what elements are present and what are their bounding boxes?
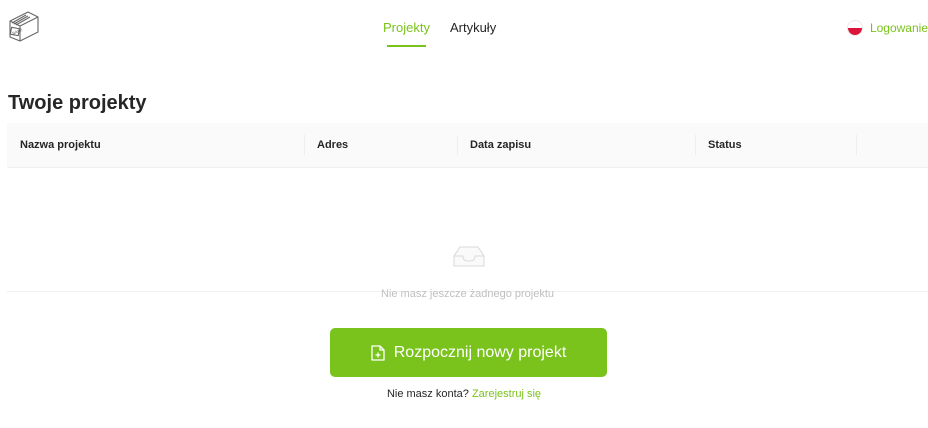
column-header-name: Nazwa projektu (20, 139, 101, 151)
column-header-status: Status (708, 139, 742, 151)
top-header: BAKE Projekty Artykuły Logowanie (0, 0, 928, 64)
login-label[interactable]: Logowanie (870, 21, 928, 35)
column-divider (856, 135, 857, 155)
column-header-address: Adres (317, 139, 349, 151)
register-prompt-text: Nie masz konta? (386, 388, 469, 400)
projects-table: Nazwa projektu Adres Data zapisu Status … (7, 123, 928, 300)
empty-inbox-icon (453, 245, 485, 272)
register-prompt: Nie masz konta? Zarejestruj się (0, 388, 928, 400)
poland-flag-icon[interactable] (846, 20, 863, 36)
start-new-project-button[interactable]: Rozpocznij nowy projekt (330, 328, 607, 377)
bake-logo-icon[interactable]: BAKE (7, 8, 41, 42)
page-title: Twoje projekty (8, 92, 147, 114)
column-divider (457, 135, 458, 155)
table-header: Nazwa projektu Adres Data zapisu Status (7, 123, 928, 168)
column-divider (695, 135, 696, 155)
register-link[interactable]: Zarejestruj się (472, 388, 541, 400)
empty-state: Nie masz jeszcze żadnego projektu (7, 168, 928, 300)
nav-artykuly[interactable]: Artykuły (450, 0, 496, 64)
column-divider (304, 135, 305, 155)
login-link[interactable]: Logowanie (846, 20, 928, 36)
main-nav: Projekty Artykuły (383, 0, 496, 64)
empty-state-text: Nie masz jeszcze żadnego projektu (380, 288, 555, 300)
column-header-date: Data zapisu (470, 139, 532, 151)
file-plus-icon (371, 344, 385, 361)
start-new-project-label[interactable]: Rozpocznij nowy projekt (394, 344, 567, 362)
nav-projekty[interactable]: Projekty (383, 0, 430, 64)
